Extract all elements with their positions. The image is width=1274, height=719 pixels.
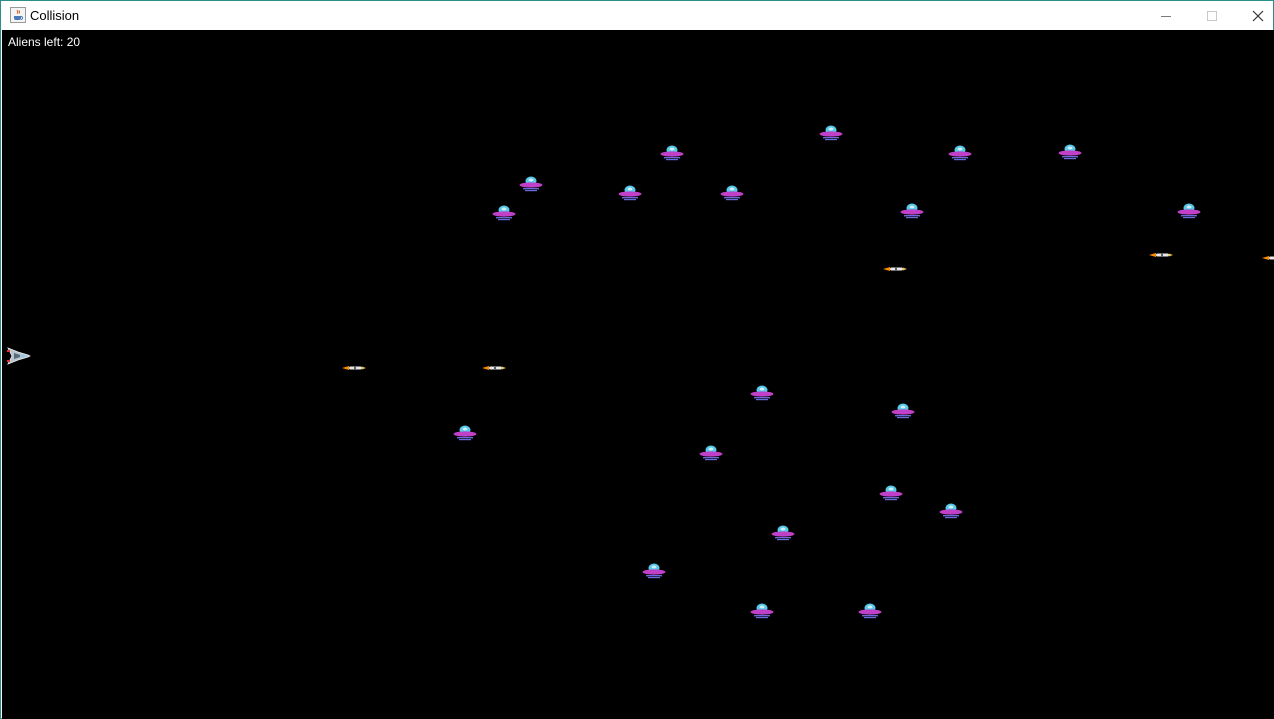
alien-ufo-icon bbox=[750, 385, 774, 401]
missile-icon bbox=[883, 267, 907, 271]
alien-ufo-icon bbox=[642, 563, 666, 579]
maximize-icon bbox=[1207, 10, 1217, 21]
alien-ufo-icon bbox=[720, 185, 744, 201]
java-cup-icon bbox=[10, 7, 26, 23]
alien-ufo-icon bbox=[660, 145, 684, 161]
alien-ufo-icon bbox=[1058, 144, 1082, 160]
missile-icon bbox=[482, 366, 506, 370]
alien-ufo-icon bbox=[891, 403, 915, 419]
app-window: Collision Aliens left: 20 bbox=[0, 0, 1274, 719]
window-title: Collision bbox=[30, 8, 80, 23]
alien-ufo-icon bbox=[771, 525, 795, 541]
close-icon bbox=[1252, 10, 1264, 21]
alien-ufo-icon bbox=[948, 145, 972, 161]
minimize-button[interactable] bbox=[1143, 1, 1189, 30]
missile-icon bbox=[1262, 256, 1274, 260]
missile-icon bbox=[342, 366, 366, 370]
alien-ufo-icon bbox=[750, 603, 774, 619]
alien-ufo-icon bbox=[1177, 203, 1201, 219]
alien-ufo-icon bbox=[939, 503, 963, 519]
alien-ufo-icon bbox=[900, 203, 924, 219]
alien-ufo-icon bbox=[618, 185, 642, 201]
alien-ufo-icon bbox=[519, 176, 543, 192]
maximize-button[interactable] bbox=[1189, 1, 1235, 30]
close-button[interactable] bbox=[1235, 1, 1274, 30]
alien-ufo-icon bbox=[492, 205, 516, 221]
title-bar[interactable]: Collision bbox=[1, 1, 1273, 30]
alien-ufo-icon bbox=[858, 603, 882, 619]
alien-ufo-icon bbox=[453, 425, 477, 441]
sprites-layer bbox=[342, 125, 1274, 619]
alien-ufo-icon bbox=[699, 445, 723, 461]
alien-ufo-icon bbox=[819, 125, 843, 141]
alien-ufo-icon bbox=[879, 485, 903, 501]
game-canvas[interactable]: Aliens left: 20 bbox=[2, 30, 1274, 719]
missile-icon bbox=[1149, 253, 1173, 257]
minimize-icon bbox=[1161, 15, 1171, 17]
